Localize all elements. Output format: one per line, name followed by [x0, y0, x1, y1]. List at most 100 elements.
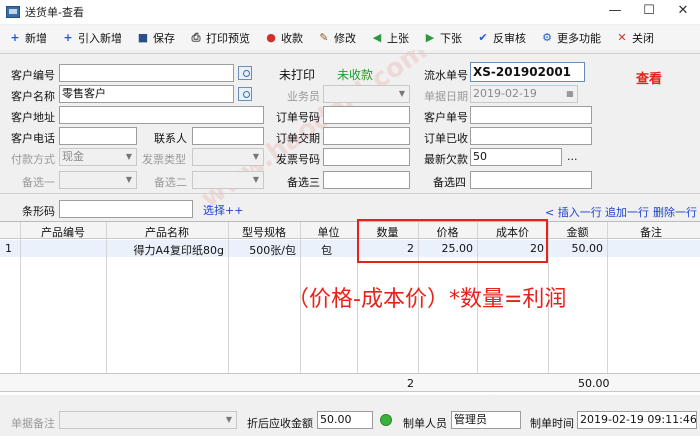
customer-name-picker-icon[interactable]	[238, 87, 252, 101]
order-received-label: 订单已收	[424, 132, 468, 145]
order-received-field[interactable]	[470, 127, 592, 145]
invoice-no-label: 发票号码	[276, 153, 320, 166]
customer-addr-label: 客户地址	[11, 111, 55, 124]
toolbar-label: 收款	[281, 32, 303, 45]
toolbar-button-7[interactable]: ▶ 下张	[423, 30, 462, 46]
plus-icon: +	[10, 31, 20, 44]
toolbar-button-10[interactable]: ✕ 关闭	[615, 30, 654, 46]
toolbar-label: 打印预览	[206, 32, 250, 45]
customer-phone-field[interactable]	[59, 127, 137, 145]
column-header[interactable]: 产品编号	[20, 224, 106, 240]
prev-icon: ◀	[372, 31, 382, 44]
cust-order-label: 客户单号	[424, 111, 468, 124]
created-field[interactable]: 2019-02-19 09:11:46	[577, 411, 697, 429]
coins-icon: ●	[266, 31, 276, 44]
chevron-down-icon: ▼	[225, 415, 233, 424]
close-window-button[interactable]: ✕	[666, 0, 700, 24]
calendar-icon: ▦	[566, 89, 574, 98]
latest-debt-field[interactable]: 50	[470, 148, 562, 166]
print-status: 未打印	[279, 68, 316, 82]
insert-row-link[interactable]: < 插入一行	[545, 204, 602, 220]
receivable-field[interactable]: 50.00	[317, 411, 373, 429]
doc-date-field[interactable]: 2019-02-19 ▦	[470, 85, 578, 103]
serial-label: 流水单号	[424, 69, 468, 82]
toolbar-button-6[interactable]: ◀ 上张	[370, 30, 409, 46]
maximize-button[interactable]: ☐	[632, 0, 666, 24]
save-icon: ■	[137, 31, 149, 44]
status-indicator-icon	[380, 414, 392, 426]
customer-name-field[interactable]: 零售客户	[59, 85, 234, 103]
remark-select[interactable]: ▼	[59, 411, 237, 429]
toolbar-label: 修改	[334, 32, 356, 45]
toolbar-label: 新增	[25, 32, 47, 45]
footer-qty-total: 2	[407, 377, 414, 390]
serial-field[interactable]: XS-201902001	[470, 62, 585, 82]
backup2-select[interactable]: ▼	[192, 171, 264, 189]
chevron-down-icon: ▼	[125, 152, 133, 161]
customer-phone-label: 客户电话	[11, 132, 55, 145]
order-no-field[interactable]	[323, 106, 410, 124]
toolbar-button-0[interactable]: + 新增	[8, 30, 47, 46]
salesman-select[interactable]: ▼	[323, 85, 410, 103]
footer-amount-total: 50.00	[578, 377, 610, 390]
column-header[interactable]: 备注	[607, 224, 695, 240]
toolbar-button-8[interactable]: ✔ 反审核	[476, 30, 526, 46]
toolbar-button-9[interactable]: ⚙ 更多功能	[540, 30, 601, 46]
chevron-down-icon: ▼	[252, 175, 260, 184]
append-row-link[interactable]: 追加一行	[605, 204, 649, 220]
window-title: 送货单-查看	[25, 6, 84, 19]
backup3-field[interactable]	[323, 171, 410, 189]
backup3-label: 备选三	[287, 176, 320, 189]
table-row[interactable]: 1 得力A4复印纸80g 500张/包包 2 25.00 20 50.00	[0, 240, 700, 257]
column-header[interactable]: 产品名称	[106, 224, 228, 240]
cell-name[interactable]: 得力A4复印纸80g	[106, 242, 224, 258]
toolbar-label: 下张	[440, 32, 462, 45]
order-delivery-label: 订单交期	[276, 132, 320, 145]
toolbar-button-1[interactable]: + 引入新增	[61, 30, 122, 46]
delete-row-link[interactable]: 删除一行	[653, 204, 697, 220]
customer-picker-icon[interactable]	[238, 66, 252, 80]
backup1-select[interactable]: ▼	[59, 171, 137, 189]
more-button[interactable]: ...	[567, 150, 578, 163]
toolbar-label: 保存	[153, 32, 175, 45]
table-footer: 2 50.00	[0, 373, 700, 392]
toolbar-button-4[interactable]: ● 收款	[264, 30, 303, 46]
customer-code-label: 客户编号	[11, 69, 55, 82]
invoice-no-field[interactable]	[323, 148, 410, 166]
customer-code-field[interactable]	[59, 64, 234, 82]
grid-divider	[228, 222, 229, 374]
cell-amount[interactable]: 50.00	[548, 242, 604, 255]
cust-order-field[interactable]	[470, 106, 592, 124]
cell-spec[interactable]: 500张/包	[228, 242, 296, 258]
cell-unit[interactable]: 包	[300, 242, 353, 258]
plus-icon: +	[63, 31, 73, 44]
view-stamp: 查看	[636, 72, 663, 87]
toolbar-label: 关闭	[632, 32, 654, 45]
column-header[interactable]: 型号规格	[228, 224, 300, 240]
column-header[interactable]: 金额	[548, 224, 607, 240]
table-header: 产品编号 产品名称 型号规格 单位 数量 价格 成本价 金额 备注	[0, 222, 700, 239]
barcode-field[interactable]	[59, 200, 193, 218]
created-label: 制单时间	[530, 417, 574, 430]
select-link[interactable]: 选择++	[203, 202, 243, 218]
app-icon	[6, 6, 20, 18]
column-header[interactable]: 单位	[300, 224, 357, 240]
invoice-type-select[interactable]: ▼	[192, 148, 264, 166]
minimize-button[interactable]: —	[598, 0, 632, 24]
customer-name-label: 客户名称	[11, 90, 55, 103]
customer-addr-field[interactable]	[59, 106, 264, 124]
payment-select[interactable]: 现金 ▼	[59, 148, 137, 166]
creator-field[interactable]: 管理员	[451, 411, 521, 429]
title-bar: 送货单-查看 — ☐ ✕	[0, 0, 700, 24]
order-delivery-field[interactable]	[323, 127, 410, 145]
chevron-down-icon: ▼	[252, 152, 260, 161]
toolbar-button-3[interactable]: ⎙ 打印预览	[189, 30, 250, 46]
toolbar-button-2[interactable]: ■ 保存	[136, 30, 175, 46]
toolbar-button-5[interactable]: ✎ 修改	[317, 30, 356, 46]
backup4-field[interactable]	[470, 171, 592, 189]
next-icon: ▶	[425, 31, 435, 44]
toolbar-label: 上张	[387, 32, 409, 45]
contact-field[interactable]	[192, 127, 264, 145]
barcode-label: 条形码	[22, 205, 55, 218]
grid-divider	[607, 222, 608, 374]
